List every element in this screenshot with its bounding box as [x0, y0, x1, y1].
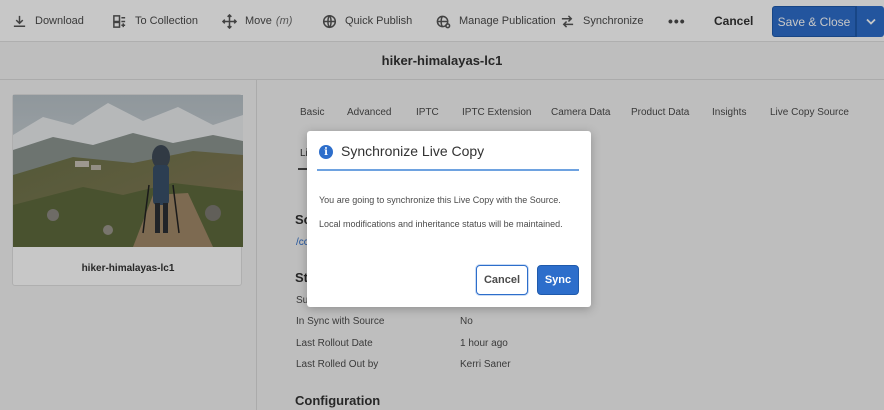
- dialog-sync-button[interactable]: Sync: [537, 265, 579, 295]
- dialog-message-line1: You are going to synchronize this Live C…: [319, 195, 561, 205]
- dialog-cancel-button[interactable]: Cancel: [476, 265, 528, 295]
- dialog-title-rule: [317, 169, 579, 171]
- dialog-message-line2: Local modifications and inheritance stat…: [319, 219, 563, 229]
- info-icon: i: [319, 145, 333, 159]
- synchronize-dialog: i Synchronize Live Copy You are going to…: [307, 131, 591, 307]
- dialog-title: Synchronize Live Copy: [341, 143, 485, 159]
